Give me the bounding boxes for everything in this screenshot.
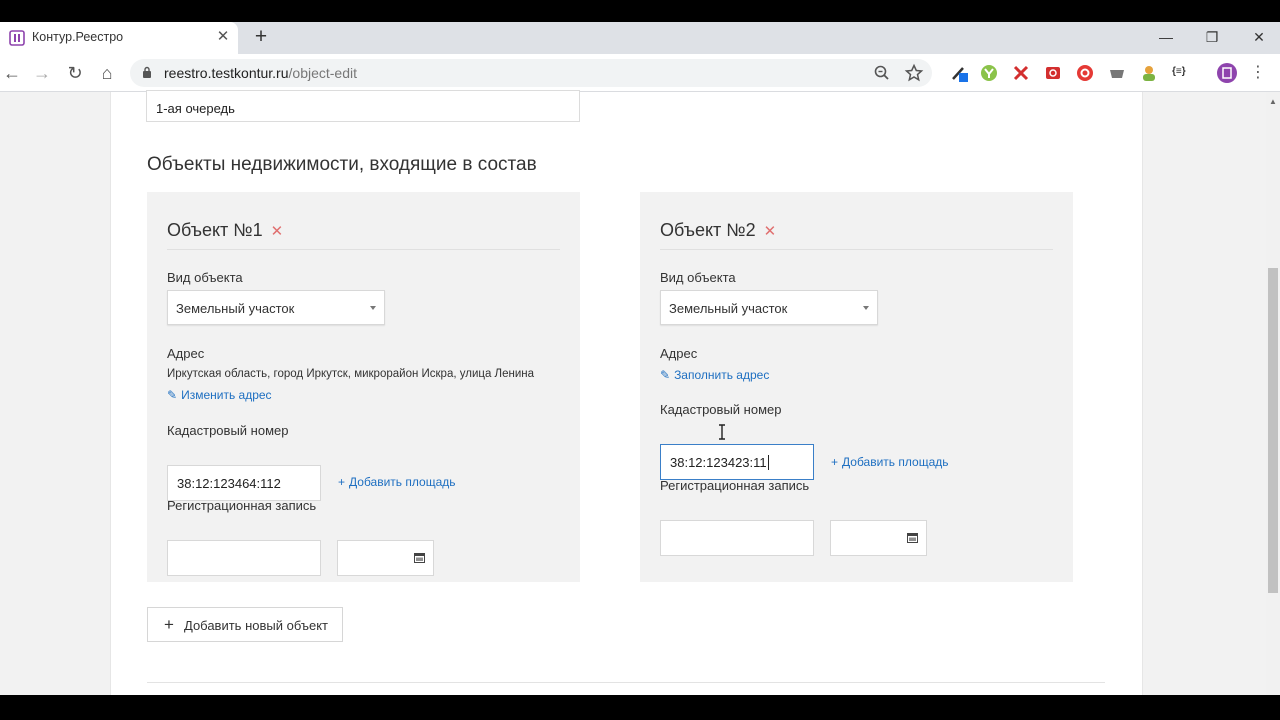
queue-field[interactable]: 1-ая очередь [146, 90, 580, 122]
object-title: Объект №1 ✕ [167, 220, 283, 241]
pencil-icon: ✎ [660, 368, 671, 382]
divider [660, 249, 1053, 250]
red-square-extension-icon[interactable] [1044, 64, 1062, 82]
tab-strip: Контур.Реестро ✕ + — ❐ ✕ [0, 22, 1280, 54]
registration-label: Регистрационная запись [167, 498, 317, 513]
address-label: Адрес [167, 346, 205, 361]
browser-tab[interactable]: Контур.Реестро ✕ [0, 22, 238, 54]
plus-icon: + [164, 615, 174, 634]
forward-icon[interactable]: → [30, 61, 54, 85]
type-label: Вид объекта [167, 270, 243, 285]
tab-title: Контур.Реестро [32, 30, 124, 44]
registration-input[interactable] [167, 540, 321, 576]
new-tab-icon[interactable]: + [250, 26, 272, 48]
zoom-icon[interactable] [872, 63, 892, 83]
object-type-select[interactable]: Земельный участок [167, 290, 385, 325]
object-type-select[interactable]: Земельный участок [660, 290, 878, 325]
plus-icon: + [338, 475, 346, 489]
pdf-extension-icon[interactable] [1012, 64, 1030, 82]
chevron-down-icon [370, 306, 376, 310]
remove-object-icon[interactable]: ✕ [271, 223, 284, 240]
chevron-down-icon [863, 306, 869, 310]
grey-extension-icon[interactable] [1108, 64, 1126, 82]
date-input[interactable] [830, 520, 927, 556]
cadastral-label: Кадастровый номер [167, 423, 289, 438]
text-cursor-icon [719, 424, 725, 440]
cadastral-input[interactable]: 38:12:123423:11 [660, 444, 814, 480]
menu-kebab-icon[interactable]: ⋮ [1250, 62, 1268, 81]
browser-toolbar: ← → ↻ ⌂ reestro.testkontur.ru/object-edi… [0, 54, 1280, 92]
home-icon[interactable]: ⌂ [95, 61, 119, 85]
object-title-text: Объект №2 [660, 220, 756, 240]
address-bar[interactable]: reestro.testkontur.ru/object-edit [130, 59, 932, 87]
url-path: /object-edit [288, 65, 357, 81]
address-label: Адрес [660, 346, 698, 361]
scrollbar-thumb[interactable] [1268, 268, 1278, 593]
calendar-icon[interactable] [907, 532, 918, 543]
input-value: 38:12:123423:11 [670, 455, 767, 470]
divider [167, 249, 560, 250]
object-title-text: Объект №1 [167, 220, 263, 240]
avatar-extension-icon[interactable] [1140, 64, 1158, 82]
minimize-icon[interactable]: — [1154, 26, 1178, 48]
kontur-favicon-icon [9, 30, 25, 46]
cadastral-label: Кадастровый номер [660, 402, 782, 417]
object-title: Объект №2 ✕ [660, 220, 776, 241]
eyedropper-extension-icon[interactable] [950, 64, 968, 82]
add-area-link[interactable]: + Добавить площадь [831, 455, 949, 469]
link-text: Изменить адрес [181, 388, 272, 402]
back-icon[interactable]: ← [0, 61, 24, 85]
link-text: Добавить площадь [842, 455, 949, 469]
plus-icon: + [831, 455, 839, 469]
registration-label: Регистрационная запись [660, 478, 810, 493]
json-extension-icon[interactable]: {≡} [1172, 66, 1190, 84]
link-text: Добавить площадь [349, 475, 456, 489]
scroll-up-icon[interactable]: ▲ [1269, 97, 1277, 106]
bookmark-star-icon[interactable] [904, 63, 924, 83]
date-input[interactable] [337, 540, 434, 576]
page-scrollbar[interactable]: ▲ [1266, 92, 1280, 695]
url-text: reestro.testkontur.ru/object-edit [164, 65, 357, 81]
object-card-2: Объект №2 ✕ Вид объекта Земельный участок… [640, 192, 1073, 582]
add-object-label: Добавить новый объект [184, 618, 328, 633]
registration-input[interactable] [660, 520, 814, 556]
red-circle-extension-icon[interactable] [1076, 64, 1094, 82]
pencil-icon: ✎ [167, 388, 178, 402]
type-label: Вид объекта [660, 270, 736, 285]
tab-close-icon[interactable]: ✕ [214, 28, 232, 46]
section-title: Объекты недвижимости, входящие в состав [147, 154, 537, 175]
address-text: Иркутская область, город Иркутск, микрор… [167, 368, 535, 380]
select-value: Земельный участок [176, 301, 295, 316]
add-area-link[interactable]: + Добавить площадь [338, 475, 456, 489]
restore-icon[interactable]: ❐ [1200, 26, 1224, 48]
divider [147, 682, 1105, 683]
select-value: Земельный участок [669, 301, 788, 316]
link-text: Заполнить адрес [674, 368, 770, 382]
window-close-icon[interactable]: ✕ [1247, 26, 1271, 48]
reload-icon[interactable]: ↻ [63, 61, 87, 85]
remove-object-icon[interactable]: ✕ [764, 223, 777, 240]
add-object-button[interactable]: + Добавить новый объект [147, 607, 343, 642]
y-extension-icon[interactable] [980, 64, 998, 82]
profile-avatar-icon[interactable] [1217, 63, 1237, 83]
object-card-1: Объект №1 ✕ Вид объекта Земельный участок… [147, 192, 580, 582]
calendar-icon[interactable] [414, 552, 425, 563]
text-caret [767, 455, 769, 470]
cadastral-input[interactable]: 38:12:123464:112 [167, 465, 321, 501]
lock-icon [143, 66, 151, 78]
browser-window: Контур.Реестро ✕ + — ❐ ✕ ← → ↻ ⌂ reestro… [0, 22, 1280, 695]
fill-address-link[interactable]: ✎ Заполнить адрес [660, 368, 769, 382]
url-host: reestro.testkontur.ru [164, 65, 289, 81]
change-address-link[interactable]: ✎ Изменить адрес [167, 388, 272, 402]
